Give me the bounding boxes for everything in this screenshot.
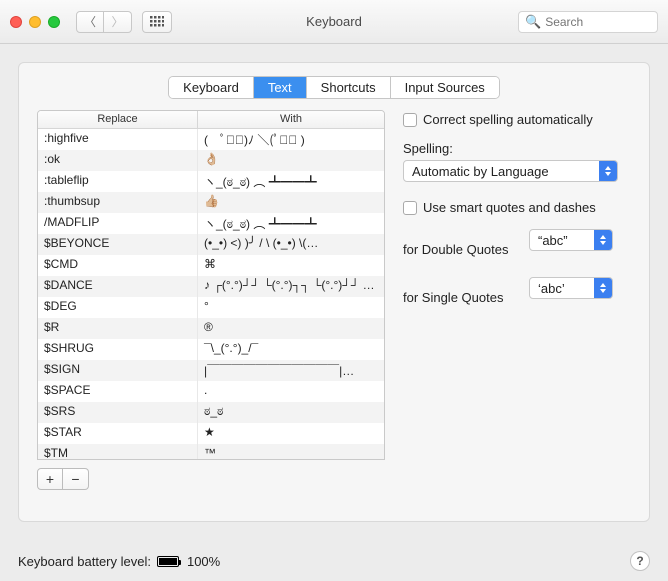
cell-with: ( ﾟ◡ﾟ)ﾉ ＼(ﾟ◡ﾟ ): [198, 129, 384, 150]
titlebar: 〈 〉 Keyboard 🔍: [0, 0, 668, 44]
spelling-label: Spelling:: [403, 141, 631, 156]
cell-replace: $SPACE: [38, 381, 198, 402]
cell-replace: $BEYONCE: [38, 234, 198, 255]
cell-replace: :tableflip: [38, 171, 198, 192]
zoom-window-button[interactable]: [48, 16, 60, 28]
tab-keyboard[interactable]: Keyboard: [169, 77, 254, 98]
single-quotes-label: for Single Quotes: [403, 290, 521, 305]
col-replace[interactable]: Replace: [38, 111, 198, 128]
table-row[interactable]: $DEG°: [38, 297, 384, 318]
table-row[interactable]: $TM™: [38, 444, 384, 459]
cell-replace: $STAR: [38, 423, 198, 444]
cell-with: ★: [198, 423, 384, 444]
table-body[interactable]: :highfive( ﾟ◡ﾟ)ﾉ ＼(ﾟ◡ﾟ ):ok👌🏼:tableflipヽ…: [38, 129, 384, 459]
cell-with: ヽ_(ಠ_ಠ) ︵ ┻━━┻: [198, 171, 384, 192]
table-row[interactable]: $SPACE.: [38, 381, 384, 402]
cell-replace: $DANCE: [38, 276, 198, 297]
cell-with: |￣￣￣￣￣￣￣￣￣￣￣|…: [198, 360, 384, 381]
cell-with: ¯\_(°.°)_/¯: [198, 339, 384, 360]
battery-icon: [157, 556, 181, 567]
tab-input-sources[interactable]: Input Sources: [391, 77, 499, 98]
search-input[interactable]: [545, 15, 651, 29]
cell-with: ヽ_(ಠ_ಠ) ︵ ┻━━┻: [198, 213, 384, 234]
double-quotes-label: for Double Quotes: [403, 242, 521, 257]
cell-replace: $SIGN: [38, 360, 198, 381]
cell-with: ♪ ┌(°.°)┘┘ └(°.°)┐┐ └(°.°)┘┘ …: [198, 276, 384, 297]
tab-shortcuts[interactable]: Shortcuts: [307, 77, 391, 98]
table-row[interactable]: $BEYONCE(•_•) <) )╯ / \ (•_•) \(…: [38, 234, 384, 255]
preferences-panel: KeyboardTextShortcutsInput Sources Repla…: [18, 62, 650, 522]
replacements-section: Replace With :highfive( ﾟ◡ﾟ)ﾉ ＼(ﾟ◡ﾟ ):ok…: [37, 110, 385, 490]
spelling-value: Automatic by Language: [412, 164, 549, 179]
cell-replace: $SRS: [38, 402, 198, 423]
search-icon: 🔍: [525, 14, 541, 30]
grid-icon: [150, 16, 164, 28]
table-row[interactable]: $SHRUG¯\_(°.°)_/¯: [38, 339, 384, 360]
select-stepper-icon: [594, 230, 612, 250]
smart-quotes-label: Use smart quotes and dashes: [423, 200, 596, 215]
options-section: Correct spelling automatically Spelling:…: [403, 110, 631, 490]
cell-with: ⌘: [198, 255, 384, 276]
remove-button[interactable]: −: [63, 468, 89, 490]
close-window-button[interactable]: [10, 16, 22, 28]
add-remove-segment: + −: [37, 468, 385, 490]
correct-spelling-label: Correct spelling automatically: [423, 112, 593, 127]
battery-percent: 100%: [187, 554, 220, 569]
replacements-table: Replace With :highfive( ﾟ◡ﾟ)ﾉ ＼(ﾟ◡ﾟ ):ok…: [37, 110, 385, 460]
table-row[interactable]: $R®: [38, 318, 384, 339]
correct-spelling-checkbox[interactable]: [403, 113, 417, 127]
minimize-window-button[interactable]: [29, 16, 41, 28]
battery-label: Keyboard battery level:: [18, 554, 151, 569]
forward-button[interactable]: 〉: [104, 11, 132, 33]
cell-replace: :highfive: [38, 129, 198, 150]
double-quotes-value: “abc”: [538, 233, 568, 248]
single-quotes-value: ‘abc’: [538, 281, 565, 296]
table-row[interactable]: /MADFLIPヽ_(ಠ_ಠ) ︵ ┻━━┻: [38, 213, 384, 234]
table-row[interactable]: :highfive( ﾟ◡ﾟ)ﾉ ＼(ﾟ◡ﾟ ): [38, 129, 384, 150]
table-row[interactable]: $STAR★: [38, 423, 384, 444]
window-controls: [10, 16, 60, 28]
footer: Keyboard battery level: 100% ?: [18, 551, 650, 571]
cell-with: (•_•) <) )╯ / \ (•_•) \(…: [198, 234, 384, 255]
table-row[interactable]: :thumbsup👍🏼: [38, 192, 384, 213]
add-button[interactable]: +: [37, 468, 63, 490]
cell-replace: $SHRUG: [38, 339, 198, 360]
double-quotes-select[interactable]: “abc”: [529, 229, 613, 251]
select-stepper-icon: [594, 278, 612, 298]
select-stepper-icon: [599, 161, 617, 181]
search-field-wrap[interactable]: 🔍: [518, 11, 658, 33]
table-row[interactable]: :ok👌🏼: [38, 150, 384, 171]
cell-with: ಠ_ಠ: [198, 402, 384, 423]
cell-with: 👌🏼: [198, 150, 384, 171]
spelling-select[interactable]: Automatic by Language: [403, 160, 618, 182]
table-row[interactable]: $SRSಠ_ಠ: [38, 402, 384, 423]
cell-replace: :thumbsup: [38, 192, 198, 213]
table-row[interactable]: $CMD⌘: [38, 255, 384, 276]
cell-replace: $DEG: [38, 297, 198, 318]
smart-quotes-checkbox[interactable]: [403, 201, 417, 215]
cell-replace: $R: [38, 318, 198, 339]
show-all-button[interactable]: [142, 11, 172, 33]
tab-bar: KeyboardTextShortcutsInput Sources: [19, 63, 649, 110]
cell-replace: $CMD: [38, 255, 198, 276]
cell-replace: /MADFLIP: [38, 213, 198, 234]
col-with[interactable]: With: [198, 111, 384, 128]
tab-text[interactable]: Text: [254, 77, 307, 98]
table-header: Replace With: [38, 111, 384, 129]
cell-with: ™: [198, 444, 384, 459]
back-button[interactable]: 〈: [76, 11, 104, 33]
cell-with: °: [198, 297, 384, 318]
cell-with: 👍🏼: [198, 192, 384, 213]
help-button[interactable]: ?: [630, 551, 650, 571]
nav-segment: 〈 〉: [76, 11, 132, 33]
table-row[interactable]: $SIGN|￣￣￣￣￣￣￣￣￣￣￣|…: [38, 360, 384, 381]
single-quotes-select[interactable]: ‘abc’: [529, 277, 613, 299]
table-row[interactable]: :tableflipヽ_(ಠ_ಠ) ︵ ┻━━┻: [38, 171, 384, 192]
table-row[interactable]: $DANCE♪ ┌(°.°)┘┘ └(°.°)┐┐ └(°.°)┘┘ …: [38, 276, 384, 297]
cell-with: ®: [198, 318, 384, 339]
cell-replace: $TM: [38, 444, 198, 459]
cell-with: .: [198, 381, 384, 402]
cell-replace: :ok: [38, 150, 198, 171]
